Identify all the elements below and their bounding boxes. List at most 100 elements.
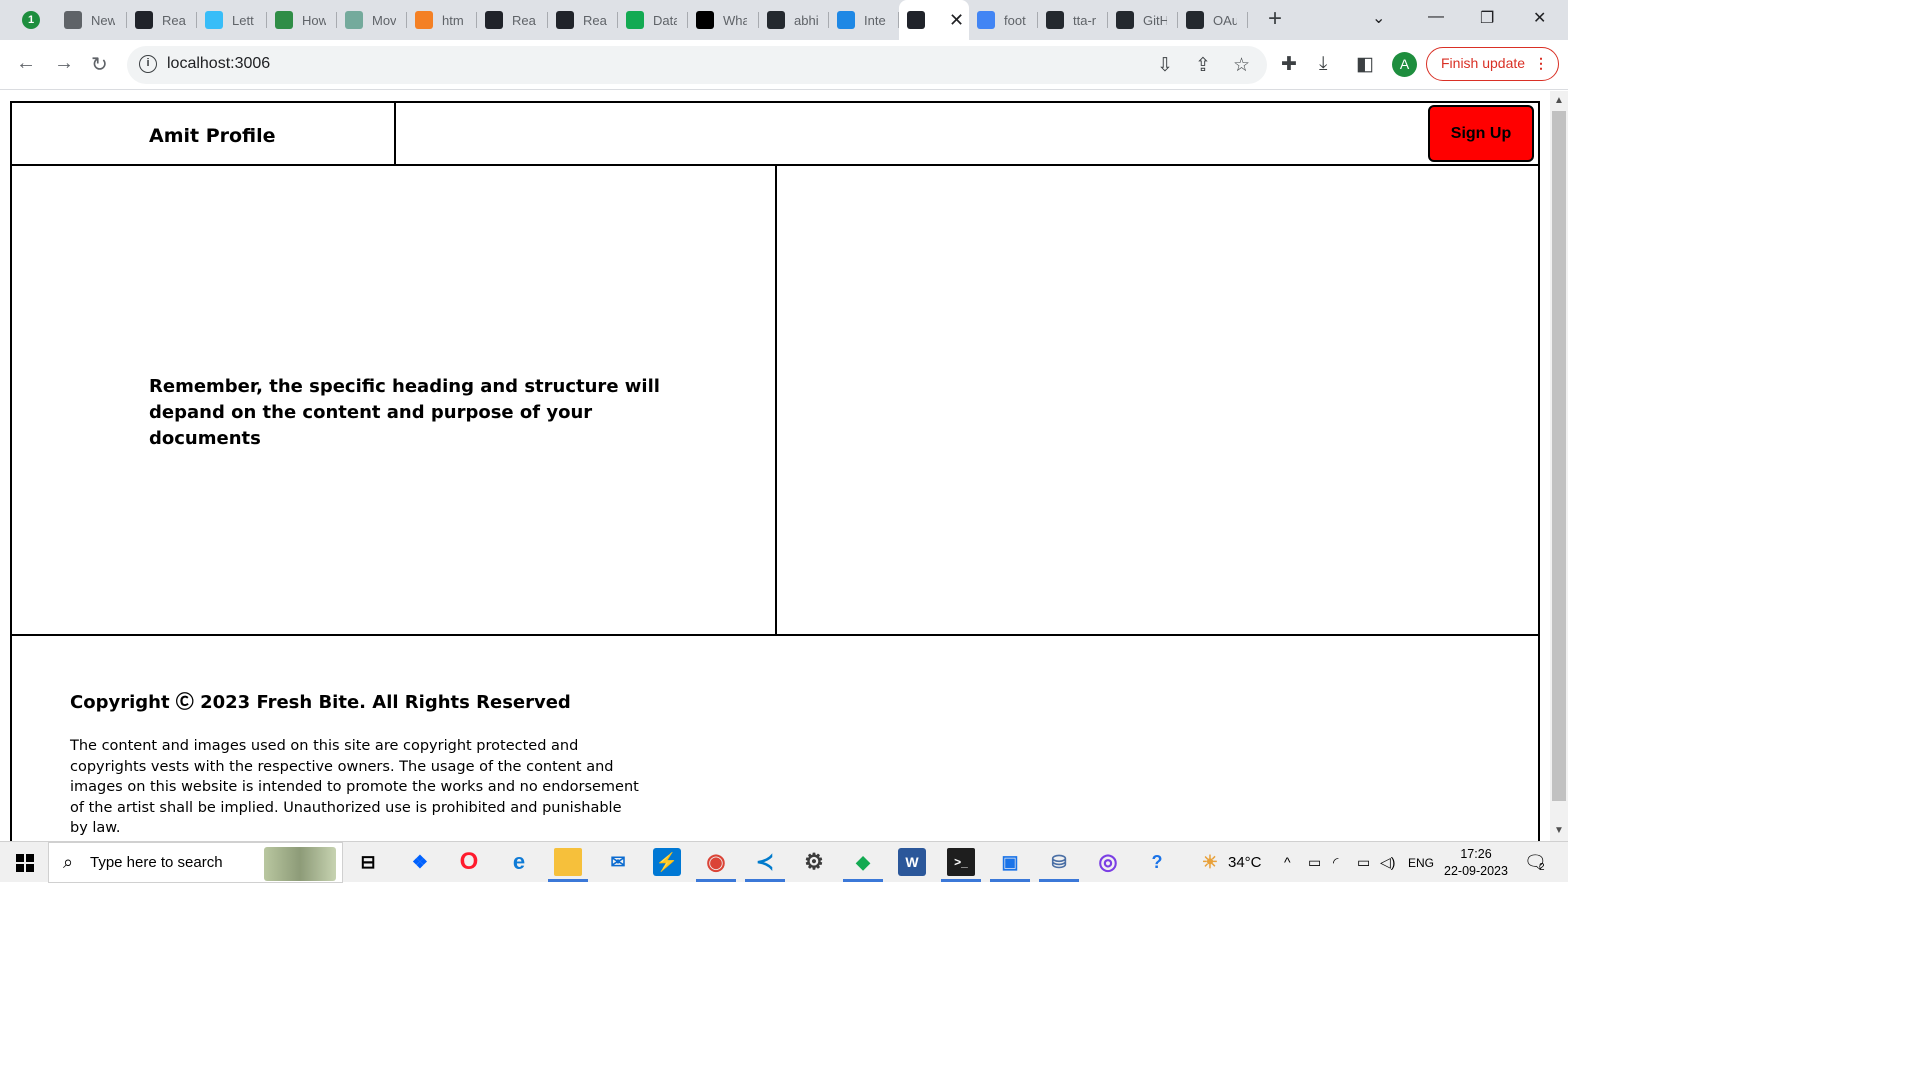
minimize-button[interactable]: — [1428,8,1444,26]
browser-tab[interactable]: Wha [688,6,759,34]
browser-tab[interactable]: GitH [1108,6,1178,34]
task-view-icon[interactable]: ⊟ [354,848,382,876]
remote-desktop-icon[interactable]: ▣ [990,848,1030,882]
sign-up-button[interactable]: Sign Up [1428,105,1534,162]
browser-tab[interactable]: New [56,6,127,34]
browser-tab[interactable]: Data [618,6,688,34]
mongodb-compass-icon[interactable]: ◆ [843,848,883,882]
browser-toolbar: ← → ↻ i localhost:3006 ⇩ ⇪ ☆ ✚ ⤓ ◧ A Fin… [0,40,1568,90]
url-text[interactable]: localhost:3006 [167,55,270,73]
brand-title: Amit Profile [149,125,276,147]
battery-icon[interactable]: ▭ [1357,854,1370,871]
react-icon [135,11,153,29]
reload-icon[interactable]: ↻ [91,52,108,77]
page-header: Amit Profile Sign Up [10,101,1540,166]
taskbar-search-placeholder: Type here to search [90,854,223,871]
browser-tab[interactable]: Lett [197,6,267,34]
volume-icon[interactable]: ◁) [1380,854,1395,871]
chrome-taskbar-icon[interactable]: ◉ [696,848,736,882]
language-indicator[interactable]: ENG [1408,856,1434,870]
close-window-button[interactable]: ✕ [1533,8,1546,28]
network-app-icon[interactable]: ⛁ [1039,848,1079,882]
back-icon[interactable]: ← [16,52,36,75]
tab-title: htm [442,12,464,28]
github-icon [1186,11,1204,29]
github-icon [767,11,785,29]
start-button[interactable] [16,854,34,872]
browser-tab[interactable]: htm [407,6,477,34]
github-desktop-icon[interactable]: ◎ [1094,848,1122,876]
page-scrollbar[interactable]: ▲ ▼ [1550,91,1568,841]
tab-title: Reac [162,12,186,28]
react-icon [907,11,925,29]
clock-time: 17:26 [1460,847,1492,861]
install-app-icon[interactable]: ⇩ [1157,54,1173,77]
vscode-icon[interactable]: ≺ [745,848,785,882]
page-viewport: Amit Profile Sign Up Remember, the speci… [0,91,1550,841]
wifi-icon[interactable]: ◜ [1333,854,1338,871]
search-highlight-image [264,847,336,881]
browser-tab[interactable]: Reac [477,6,548,34]
close-tab-icon[interactable]: ✕ [949,10,964,31]
finish-update-button[interactable]: Finish update ⋮ [1426,47,1559,81]
site-info-icon[interactable]: i [139,55,157,73]
bookmark-star-icon[interactable]: ☆ [1233,54,1250,77]
react-icon [556,11,574,29]
settings-icon[interactable]: ⚙ [800,848,828,876]
menu-dots-icon[interactable]: ⋮ [1534,48,1548,79]
help-icon[interactable]: ? [1143,848,1171,876]
finish-update-label: Finish update [1441,55,1526,71]
word-icon[interactable]: W [898,848,926,876]
weather-icon[interactable]: ☀ [1196,848,1224,876]
geeks-icon [275,11,293,29]
windows-taskbar: ⌕ Type here to search ⊟ ❖ O e ✉ ⚡ ◉ ≺ ⚙ … [0,841,1568,883]
search-icon: ⌕ [63,852,74,872]
profile-avatar[interactable]: A [1392,52,1417,77]
weather-temperature[interactable]: 34°C [1228,854,1262,871]
clock[interactable]: 17:26 22-09-2023 [1440,846,1512,880]
edge-icon[interactable]: e [505,848,533,876]
browser-tab[interactable]: OAu [1178,6,1248,34]
scroll-up-icon[interactable]: ▲ [1554,95,1564,106]
browser-tab[interactable]: tta-r [1038,6,1108,34]
show-hidden-icons-icon[interactable]: ^ [1284,854,1291,870]
mail-icon[interactable]: ✉ [604,848,632,876]
side-panel-icon[interactable]: ◧ [1356,53,1374,76]
power-automate-icon[interactable]: ⚡ [653,848,681,876]
browser-tab[interactable]: Reac [127,6,197,34]
tab-title: Lett [232,12,254,28]
browser-tab[interactable]: ✕ [899,0,969,40]
dropbox-icon[interactable]: ❖ [406,848,434,876]
browser-tab[interactable]: Inte [829,6,899,34]
scroll-down-icon[interactable]: ▼ [1554,825,1564,836]
tab-search-icon[interactable]: ⌄ [1372,8,1385,28]
opera-icon[interactable]: O [455,848,483,876]
address-bar[interactable]: i localhost:3006 ⇩ ⇪ ☆ [127,46,1267,84]
content-row: Remember, the specific heading and struc… [10,164,1540,636]
stackoverflow-icon [415,11,433,29]
file-explorer-icon[interactable] [548,848,588,882]
tab-title: OAu [1213,12,1237,28]
footer-copyright: Copyright Ⓒ 2023 Fresh Bite. All Rights … [70,692,571,713]
browser-tab[interactable]: Reac [548,6,618,34]
browser-tab[interactable]: How [267,6,337,34]
tab-group-badge[interactable]: 1 [14,6,54,34]
forward-icon[interactable]: → [54,52,74,75]
downloads-icon[interactable]: ⤓ [1319,53,1327,75]
content-left-column: Remember, the specific heading and struc… [12,164,777,634]
share-icon[interactable]: ⇪ [1195,54,1211,77]
github-icon [1046,11,1064,29]
is-icon [837,11,855,29]
react-icon [485,11,503,29]
display-icon[interactable]: ▭ [1308,854,1321,871]
browser-tab[interactable]: foot [969,6,1038,34]
restore-button[interactable]: ❐ [1480,8,1494,28]
browser-tab[interactable]: Mov [337,6,407,34]
scroll-thumb[interactable] [1552,111,1566,801]
browser-tab[interactable]: abhi [759,6,829,34]
terminal-icon[interactable]: >_ [941,848,981,882]
extensions-icon[interactable]: ✚ [1281,53,1297,76]
taskbar-search[interactable]: ⌕ Type here to search [48,842,343,883]
tab-title: Data [653,12,677,28]
new-tab-button[interactable]: + [1268,7,1282,31]
